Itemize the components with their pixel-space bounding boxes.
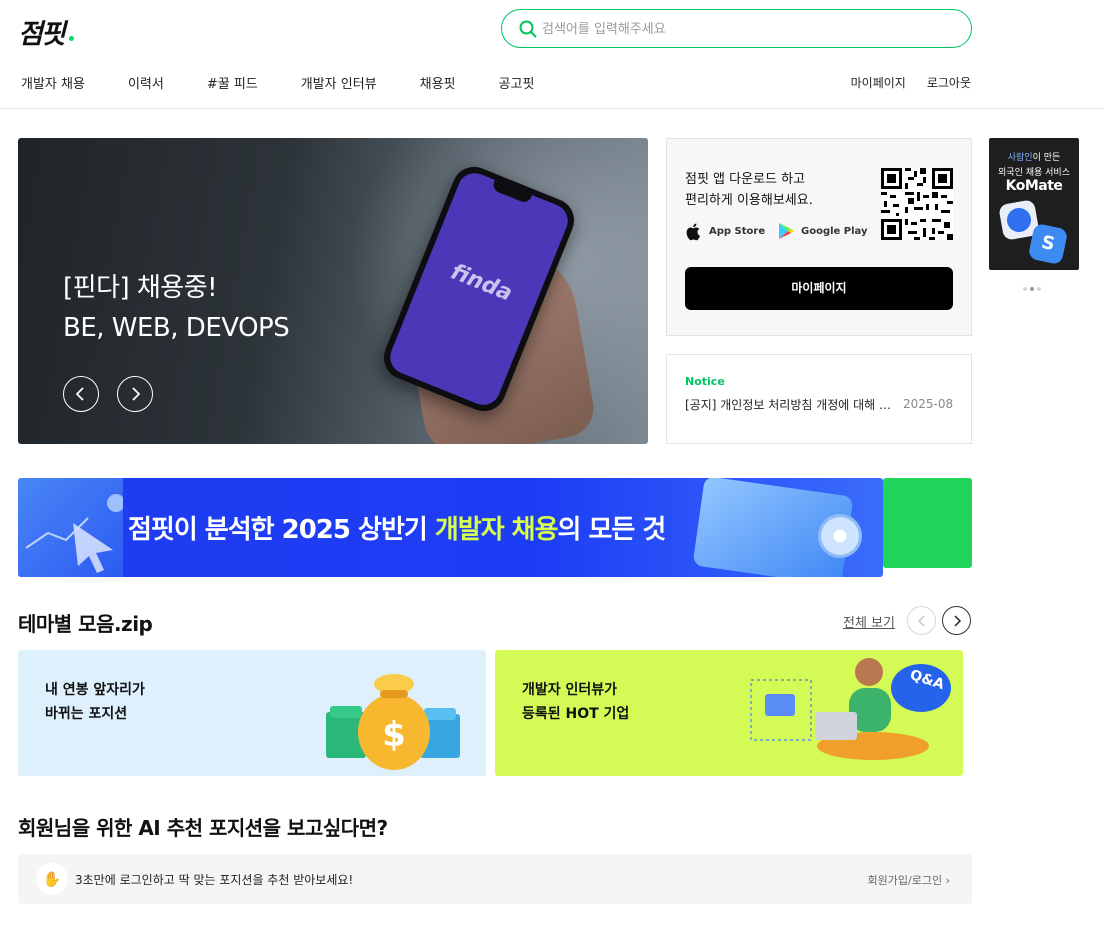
nav-posting-fit[interactable]: 공고핏 <box>499 73 535 92</box>
disc-illustration <box>818 514 862 558</box>
see-all-link[interactable]: 전체 보기 <box>843 612 895 631</box>
app-download-box: 점핏 앱 다운로드 하고 편리하게 이용해보세요. App Store Goog… <box>666 138 972 336</box>
logo-dot <box>69 36 74 41</box>
app-download-line1: 점핏 앱 다운로드 하고 <box>685 172 806 187</box>
theme-section-title: 테마별 모음.zip <box>18 612 153 636</box>
qr-code <box>881 168 953 240</box>
finda-logo: finda <box>447 259 516 307</box>
theme-card-text: 내 연봉 앞자리가 바뀌는 포지션 <box>45 678 145 726</box>
header: 점핏 개발자 채용 이력서 #꿀 피드 개발자 인터뷰 채용핏 공고핏 마이페이… <box>0 0 1104 109</box>
ai-prompt-text: 3초만에 로그인하고 딱 맞는 포지션을 추천 받아보세요! <box>75 873 354 887</box>
chevron-right-icon <box>132 387 141 401</box>
svg-text:$: $ <box>382 715 406 755</box>
nav-recruit-fit[interactable]: 채용핏 <box>420 73 456 92</box>
pagination-dot[interactable] <box>1037 287 1041 291</box>
nav-developer-interview[interactable]: 개발자 인터뷰 <box>301 73 377 92</box>
notice-text[interactable]: [공지] 개인정보 처리방침 개정에 대해 안내드립니다 <box>685 396 899 413</box>
notice-label: Notice <box>685 375 725 388</box>
hero-prev-button[interactable] <box>63 376 99 412</box>
notice-box[interactable]: Notice [공지] 개인정보 처리방침 개정에 대해 안내드립니다 2025… <box>666 354 972 444</box>
pagination-dot[interactable] <box>1023 287 1027 291</box>
pagination-dot-active[interactable] <box>1030 287 1034 291</box>
app-store-label: App Store <box>709 226 766 237</box>
chevron-left-icon <box>917 615 925 627</box>
s-tile-icon: S <box>1027 222 1069 266</box>
nav-developer-jobs[interactable]: 개발자 채용 <box>21 73 85 92</box>
side-ad-line1: 사람인이 만든 <box>989 150 1079 163</box>
banner-text-before: 점핏이 분석한 2025 상반기 <box>128 515 435 545</box>
google-play-icon <box>779 223 794 239</box>
next-banner-peek[interactable] <box>883 478 972 568</box>
side-ad-brand: KoMate <box>1005 178 1063 194</box>
side-ad-line2: 외국인 채용 서비스 <box>998 168 1070 178</box>
mypage-button[interactable]: 마이페이지 <box>685 267 953 310</box>
theme-card-line2: 등록된 HOT 기업 <box>522 706 630 722</box>
search-icon[interactable] <box>518 19 538 39</box>
chevron-right-icon: › <box>945 874 950 887</box>
theme-prev-button[interactable] <box>907 606 936 635</box>
notice-date: 2025-08 <box>903 397 954 411</box>
hero-title-line2: BE, WEB, DEVOPS <box>63 313 290 343</box>
apple-icon <box>686 223 700 241</box>
search-input[interactable] <box>542 17 952 41</box>
side-ad-line1-rest: 이 만든 <box>1032 153 1061 163</box>
app-download-line2: 편리하게 이용해보세요. <box>685 193 813 208</box>
signup-login-link[interactable]: 회원가입/로그인 › <box>868 872 950 888</box>
waving-hand-icon: ✋ <box>36 863 68 895</box>
hero-title: [핀다] 채용중! BE, WEB, DEVOPS <box>63 268 290 348</box>
chevron-right-icon <box>954 615 962 627</box>
theme-card-line1: 개발자 인터뷰가 <box>522 682 618 698</box>
theme-card-line1: 내 연봉 앞자리가 <box>45 682 145 698</box>
cursor-icon <box>25 494 125 573</box>
hero-next-button[interactable] <box>117 376 153 412</box>
logo[interactable]: 점핏 <box>18 12 66 51</box>
main-nav: 개발자 채용 이력서 #꿀 피드 개발자 인터뷰 채용핏 공고핏 <box>21 73 577 92</box>
app-download-text: 점핏 앱 다운로드 하고 편리하게 이용해보세요. <box>685 169 813 211</box>
money-bag-illustration: $ <box>326 674 460 770</box>
side-ad-pagination <box>1023 287 1044 291</box>
side-ad-komate[interactable]: 사람인이 만든 외국인 채용 서비스 KoMate S <box>989 138 1079 270</box>
ai-section-title: 회원님을 위한 AI 추천 포지션을 보고싶다면? <box>18 816 388 840</box>
banner-text-after: 의 모든 것 <box>557 515 667 545</box>
chevron-left-icon <box>75 387 84 401</box>
logout-link[interactable]: 로그아웃 <box>927 74 971 91</box>
side-ad-highlight: 사람인 <box>1007 153 1033 163</box>
banner-text-highlight: 개발자 채용 <box>434 515 559 545</box>
chart-cursor-illustration <box>18 478 125 577</box>
theme-card-interview[interactable]: 개발자 인터뷰가 등록된 HOT 기업 Q&A <box>495 650 963 776</box>
theme-card-salary[interactable]: 내 연봉 앞자리가 바뀌는 포지션 $ <box>18 650 486 776</box>
banner-headline: 점핏이 분석한 2025 상반기 개발자 채용의 모든 것 <box>128 509 667 546</box>
app-store-link[interactable]: App Store <box>685 222 765 241</box>
theme-card-text: 개발자 인터뷰가 등록된 HOT 기업 <box>522 678 629 726</box>
hero-title-line1: [핀다] 채용중! <box>63 273 218 303</box>
hero-carousel[interactable]: finda [핀다] 채용중! BE, WEB, DEVOPS <box>18 138 648 444</box>
user-menu: 마이페이지 로그아웃 <box>830 74 971 91</box>
google-play-link[interactable]: Google Play <box>778 222 868 240</box>
ai-login-prompt[interactable]: ✋ 3초만에 로그인하고 딱 맞는 포지션을 추천 받아보세요! 회원가입/로그… <box>18 854 972 904</box>
theme-card-line2: 바뀌는 포지션 <box>45 706 128 722</box>
mypage-link[interactable]: 마이페이지 <box>851 74 906 91</box>
theme-next-button[interactable] <box>942 606 971 635</box>
promo-banner[interactable]: 점핏이 분석한 2025 상반기 개발자 채용의 모든 것 <box>18 478 883 577</box>
nav-resume[interactable]: 이력서 <box>128 73 164 92</box>
google-play-label: Google Play <box>801 225 868 237</box>
signup-login-label: 회원가입/로그인 <box>867 874 943 887</box>
nav-feed[interactable]: #꿀 피드 <box>207 73 258 92</box>
search-bar[interactable] <box>501 9 972 48</box>
